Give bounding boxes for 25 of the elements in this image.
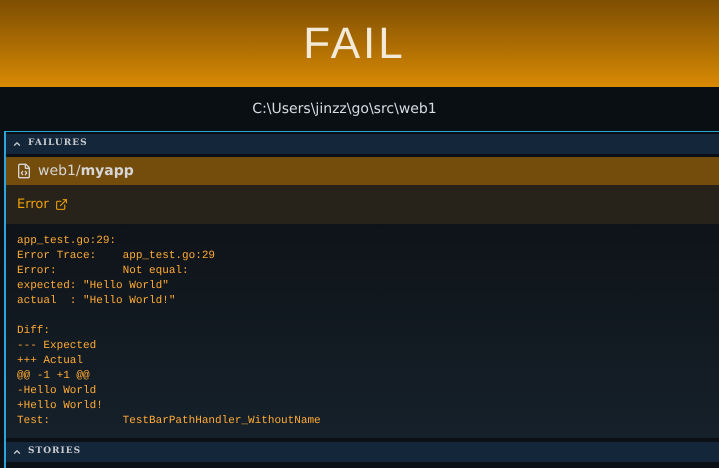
output-line: Error: Not equal: bbox=[17, 264, 189, 279]
output-line: +Hello World! bbox=[17, 399, 103, 414]
package-name: web1/myapp bbox=[38, 162, 134, 180]
output-line: -Hello World bbox=[17, 384, 96, 399]
output-line: app_test.go:29: bbox=[17, 234, 116, 249]
output-line: +++ Actual bbox=[17, 354, 84, 369]
output-line: Diff: bbox=[17, 324, 50, 339]
package-row[interactable]: web1/myapp bbox=[6, 157, 719, 185]
code-file-icon bbox=[16, 163, 32, 179]
collapse-icon bbox=[12, 447, 22, 457]
output-line: --- Expected bbox=[17, 339, 96, 354]
output-line: expected: "Hello World" bbox=[17, 279, 169, 294]
collapse-icon bbox=[12, 139, 22, 149]
external-link-icon[interactable] bbox=[54, 198, 68, 211]
section-header[interactable]: STORIES bbox=[6, 442, 719, 462]
status-title: FAIL bbox=[303, 18, 406, 70]
output-line: @@ -1 +1 @@ bbox=[17, 369, 90, 384]
output-line: Error Trace: app_test.go:29 bbox=[17, 249, 216, 264]
output-line: actual : "Hello World!" bbox=[17, 294, 176, 309]
output-line: Test: TestBarPathHandler_WithoutName bbox=[17, 414, 321, 429]
section-header[interactable]: FAILURES bbox=[6, 134, 719, 154]
error-link[interactable]: Error bbox=[17, 194, 49, 214]
section-title: STORIES bbox=[28, 445, 82, 458]
path-text: C:\Users\jinzz\go\src\web1 bbox=[252, 100, 437, 118]
section-title: FAILURES bbox=[28, 137, 88, 150]
